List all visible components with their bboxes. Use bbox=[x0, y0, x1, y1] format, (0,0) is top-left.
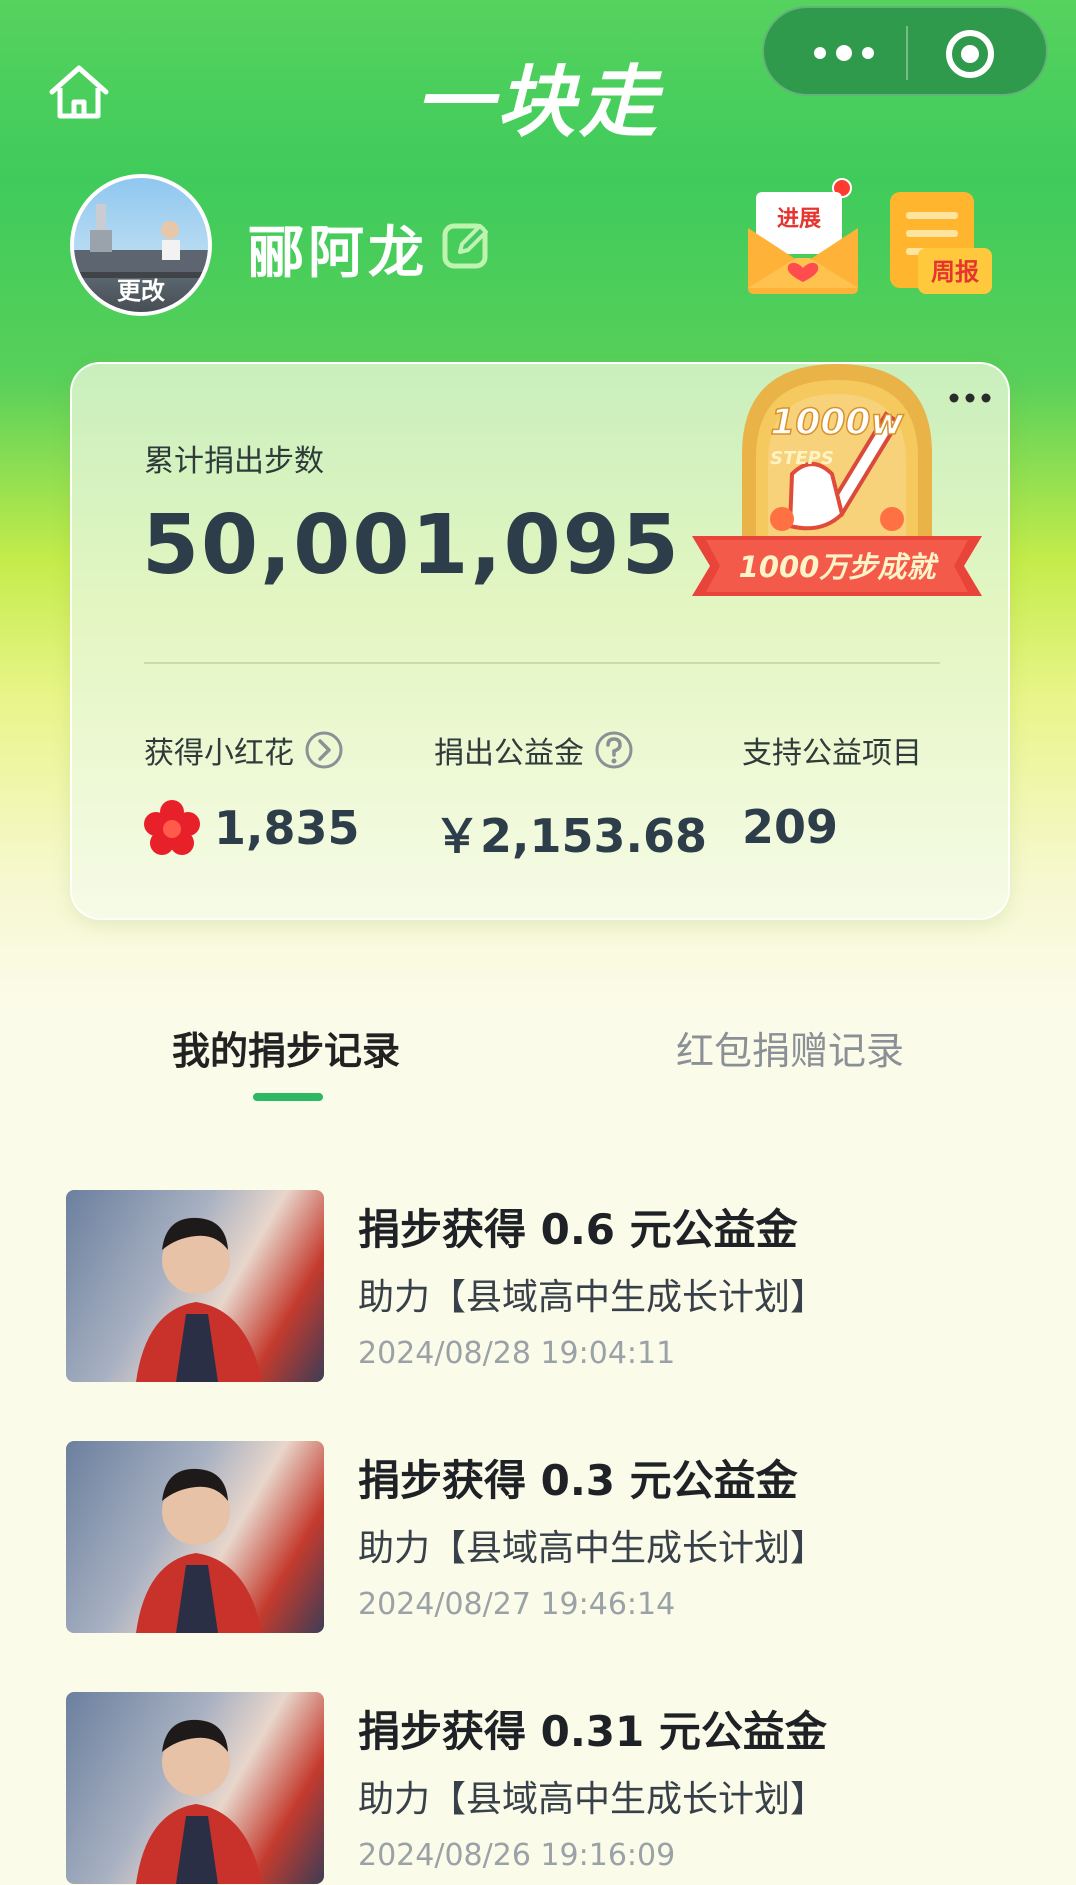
projects-value: 209 bbox=[742, 800, 839, 854]
card-divider bbox=[144, 662, 940, 664]
progress-label: 进展 bbox=[777, 207, 821, 232]
weekly-report-button[interactable]: 周报 bbox=[888, 190, 996, 300]
avatar-change-label: 更改 bbox=[74, 272, 208, 312]
list-item[interactable]: 捐步获得 0.3 元公益金 助力【县域高中生成长计划】 2024/08/27 1… bbox=[66, 1441, 1026, 1635]
chevron-right-circle-icon[interactable] bbox=[304, 730, 344, 770]
donation-label: 捐出公益金 bbox=[434, 736, 584, 771]
medal-ribbon-text: 1000万步成就 bbox=[739, 550, 940, 584]
record-time: 2024/08/27 19:46:14 bbox=[358, 1587, 676, 1622]
record-subtitle: 助力【县域高中生成长计划】 bbox=[358, 1779, 827, 1820]
projects-stat: 支持公益项目 209 bbox=[742, 728, 922, 854]
tab-red-packet-records[interactable]: 红包捐赠记录 bbox=[676, 1020, 904, 1075]
weekly-label: 周报 bbox=[931, 258, 979, 286]
flowers-label: 获得小红花 bbox=[144, 736, 294, 771]
record-time: 2024/08/26 19:16:09 bbox=[358, 1838, 676, 1873]
medal-top-text: 1000w bbox=[770, 402, 904, 443]
capsule-divider bbox=[906, 26, 908, 80]
progress-mail-button[interactable]: 进展 bbox=[746, 178, 860, 300]
list-item[interactable]: 捐步获得 0.31 元公益金 助力【县域高中生成长计划】 2024/08/26 … bbox=[66, 1692, 1026, 1885]
mini-program-capsule bbox=[762, 6, 1048, 96]
active-tab-indicator bbox=[253, 1093, 323, 1101]
record-title: 捐步获得 0.3 元公益金 bbox=[358, 1456, 798, 1505]
list-item[interactable]: 捐步获得 0.6 元公益金 助力【县域高中生成长计划】 2024/08/28 1… bbox=[66, 1190, 1026, 1384]
record-title: 捐步获得 0.6 元公益金 bbox=[358, 1205, 798, 1254]
project-thumbnail bbox=[66, 1692, 324, 1884]
record-subtitle: 助力【县域高中生成长计划】 bbox=[358, 1528, 827, 1569]
tab-step-records[interactable]: 我的捐步记录 bbox=[172, 1020, 400, 1075]
flowers-value: 1,835 bbox=[214, 801, 360, 855]
user-name: 郦阿龙 bbox=[248, 221, 428, 286]
card-more-icon[interactable] bbox=[946, 386, 994, 410]
donation-stat: 捐出公益金 ￥2,153.68 bbox=[434, 728, 707, 866]
project-thumbnail bbox=[66, 1190, 324, 1382]
more-dots-icon[interactable] bbox=[804, 28, 884, 78]
record-time: 2024/08/28 19:04:11 bbox=[358, 1336, 676, 1371]
project-thumbnail bbox=[66, 1441, 324, 1633]
edit-icon[interactable] bbox=[440, 218, 494, 272]
flowers-stat: 获得小红花 1,835 bbox=[144, 728, 360, 856]
medal-sub-text: STEPS bbox=[770, 448, 834, 469]
donation-value: ￥2,153.68 bbox=[434, 809, 707, 863]
target-circle-icon[interactable] bbox=[944, 28, 996, 80]
projects-label: 支持公益项目 bbox=[742, 736, 922, 771]
record-subtitle: 助力【县域高中生成长计划】 bbox=[358, 1277, 827, 1318]
record-title: 捐步获得 0.31 元公益金 bbox=[358, 1707, 827, 1756]
help-circle-icon[interactable] bbox=[594, 730, 634, 770]
stats-card: 1000w STEPS 1000万步成就 累计捐出步数 50,001,095 获… bbox=[70, 362, 1010, 920]
red-flower-icon bbox=[144, 800, 200, 855]
avatar[interactable]: 更改 bbox=[70, 174, 212, 316]
total-steps-value: 50,001,095 bbox=[142, 498, 681, 593]
total-steps-label: 累计捐出步数 bbox=[144, 444, 324, 479]
